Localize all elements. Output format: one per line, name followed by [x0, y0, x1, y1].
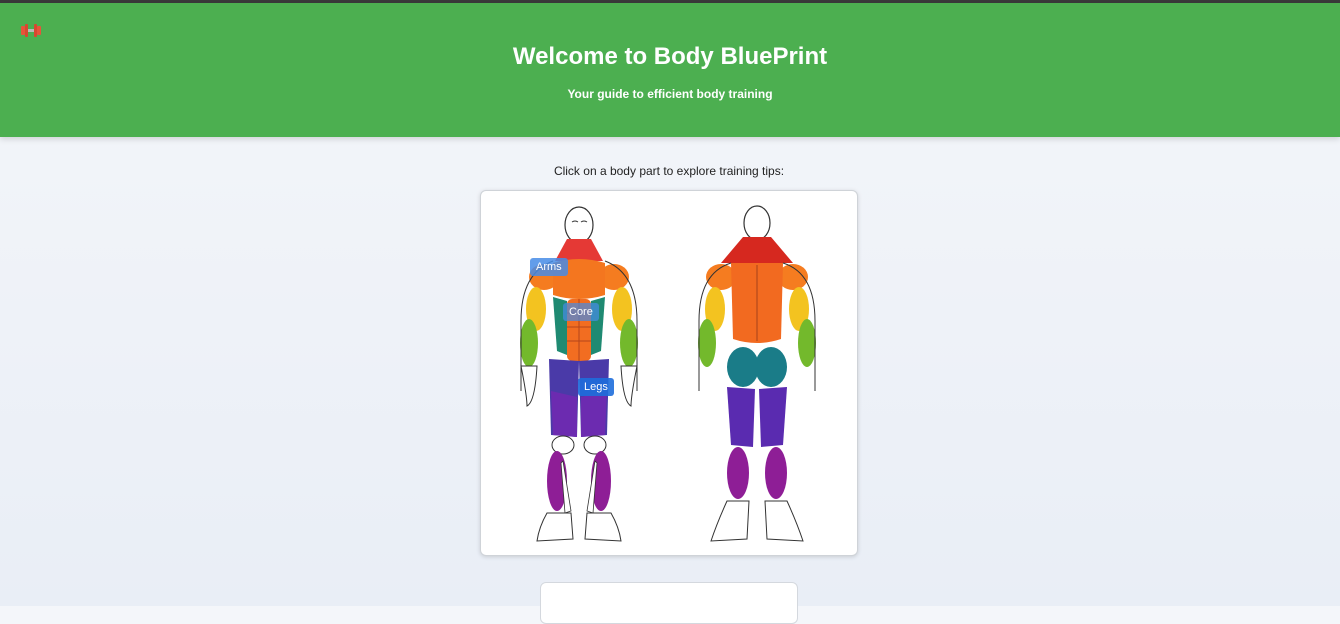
body-map-instruction: Click on a body part to explore training… [553, 164, 785, 178]
muscle-anatomy-illustration [520, 205, 816, 542]
hotspot-core[interactable]: Core [563, 303, 599, 321]
training-tips-panel [540, 582, 798, 624]
site-header: Welcome to Body BluePrint Your guide to … [0, 3, 1340, 137]
hotspot-arms[interactable]: Arms [530, 258, 568, 276]
hotspot-legs[interactable]: Legs [578, 378, 614, 396]
dumbbell-icon[interactable] [20, 21, 42, 39]
page-title: Welcome to Body BluePrint [512, 43, 828, 70]
back-body-figure [698, 205, 816, 542]
page-subtitle: Your guide to efficient body training [567, 87, 773, 101]
body-map-card: Arms Core Legs [480, 190, 858, 556]
